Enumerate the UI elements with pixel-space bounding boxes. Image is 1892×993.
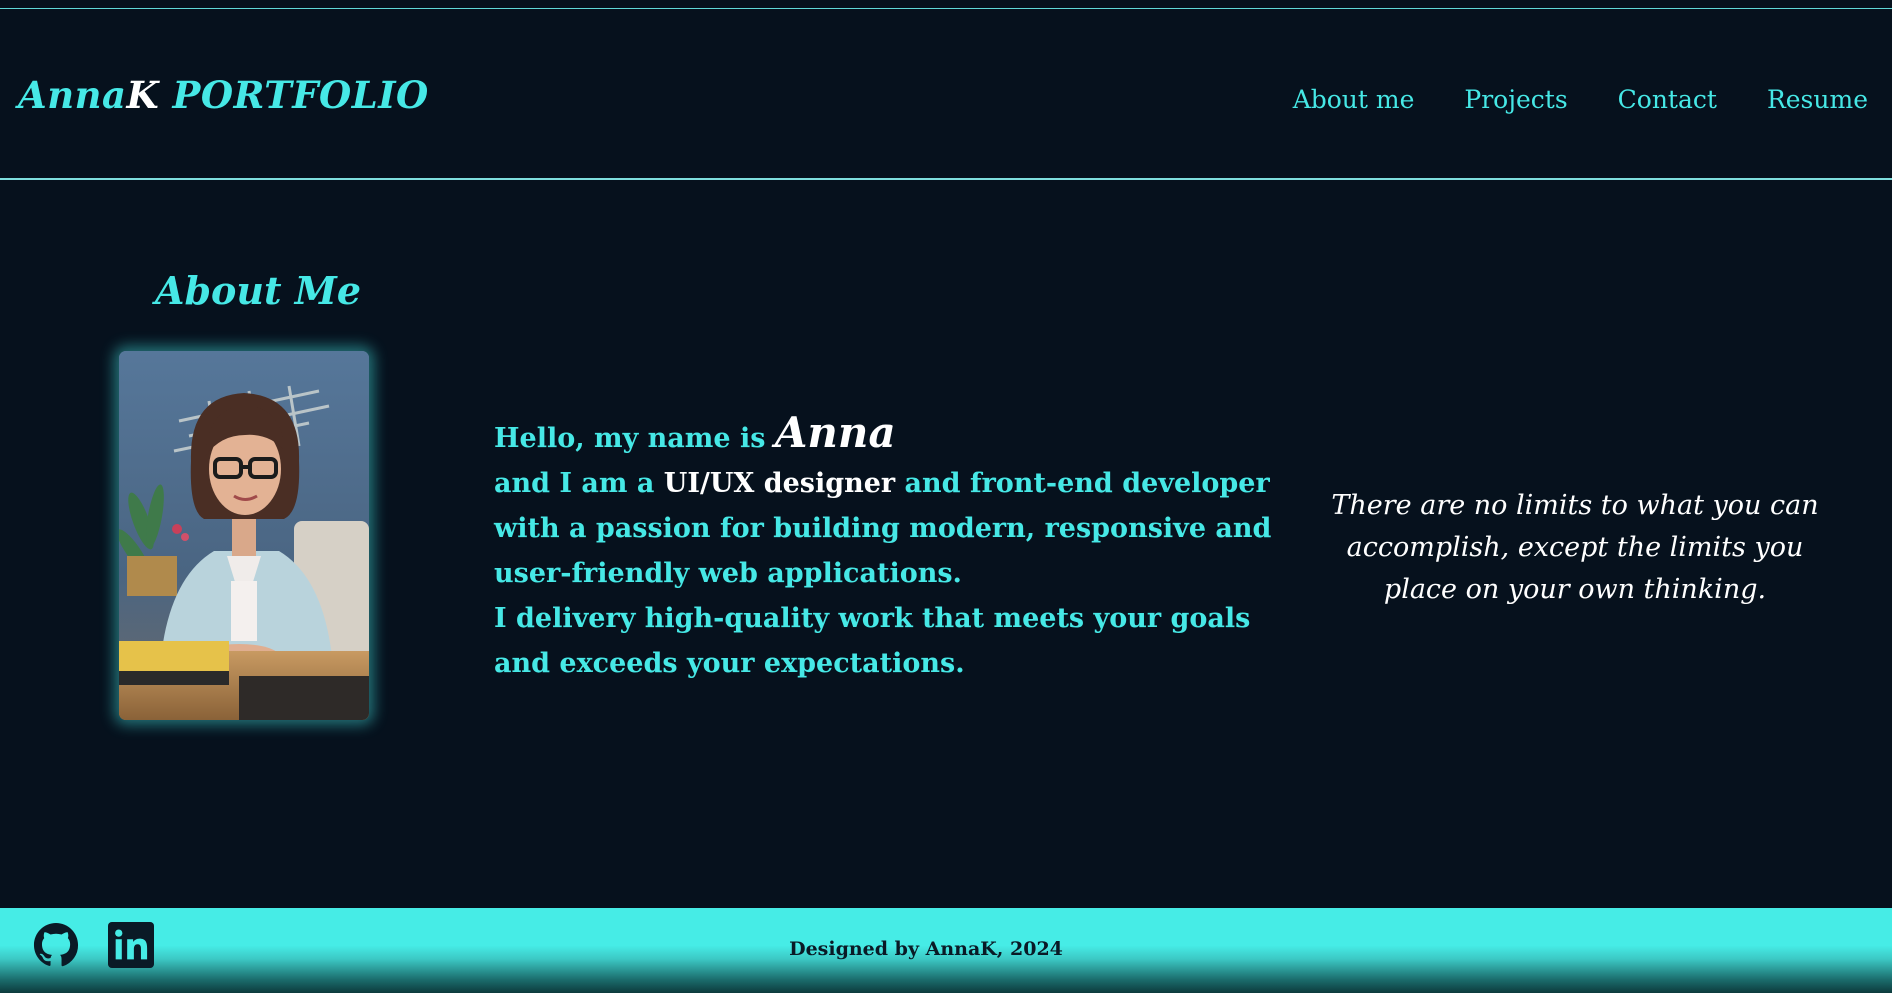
logo-text-portfolio: PORTFOLIO: [159, 73, 429, 117]
profile-photo: [119, 351, 369, 720]
logo-text-anna: Anna: [18, 73, 127, 117]
name-highlight: Anna: [774, 408, 896, 457]
footer-credit: Designed by AnnaK, 2024: [789, 938, 1063, 960]
nav-resume[interactable]: Resume: [1767, 85, 1868, 114]
nav-projects[interactable]: Projects: [1464, 85, 1567, 114]
nav-about-me[interactable]: About me: [1293, 85, 1415, 114]
about-heading: About Me: [155, 268, 362, 313]
description-start: and I am a: [494, 468, 664, 499]
profile-photo-illustration: [119, 351, 369, 720]
intro-text: Hello, my name is Anna and I am a UI/UX …: [494, 410, 1304, 686]
role-highlight: UI/UX designer: [663, 468, 896, 499]
site-footer: Designed by AnnaK, 2024: [0, 908, 1892, 993]
delivery-line: I delivery high-quality work that meets …: [494, 603, 1251, 679]
greeting-line: Hello, my name is Anna: [494, 410, 1304, 461]
site-logo[interactable]: AnnaK PORTFOLIO: [18, 73, 429, 117]
logo-text-k: K: [126, 73, 160, 117]
nav-contact[interactable]: Contact: [1618, 85, 1717, 114]
main-nav: About me Projects Contact Resume: [1293, 85, 1868, 114]
greeting: Hello, my name is: [494, 423, 775, 454]
page: AnnaK PORTFOLIO About me Projects Contac…: [0, 0, 1892, 993]
motivational-quote: There are no limits to what you can acco…: [1331, 490, 1819, 605]
site-header: AnnaK PORTFOLIO About me Projects Contac…: [0, 9, 1892, 180]
description-line: and I am a UI/UX designer and front-end …: [494, 461, 1304, 596]
